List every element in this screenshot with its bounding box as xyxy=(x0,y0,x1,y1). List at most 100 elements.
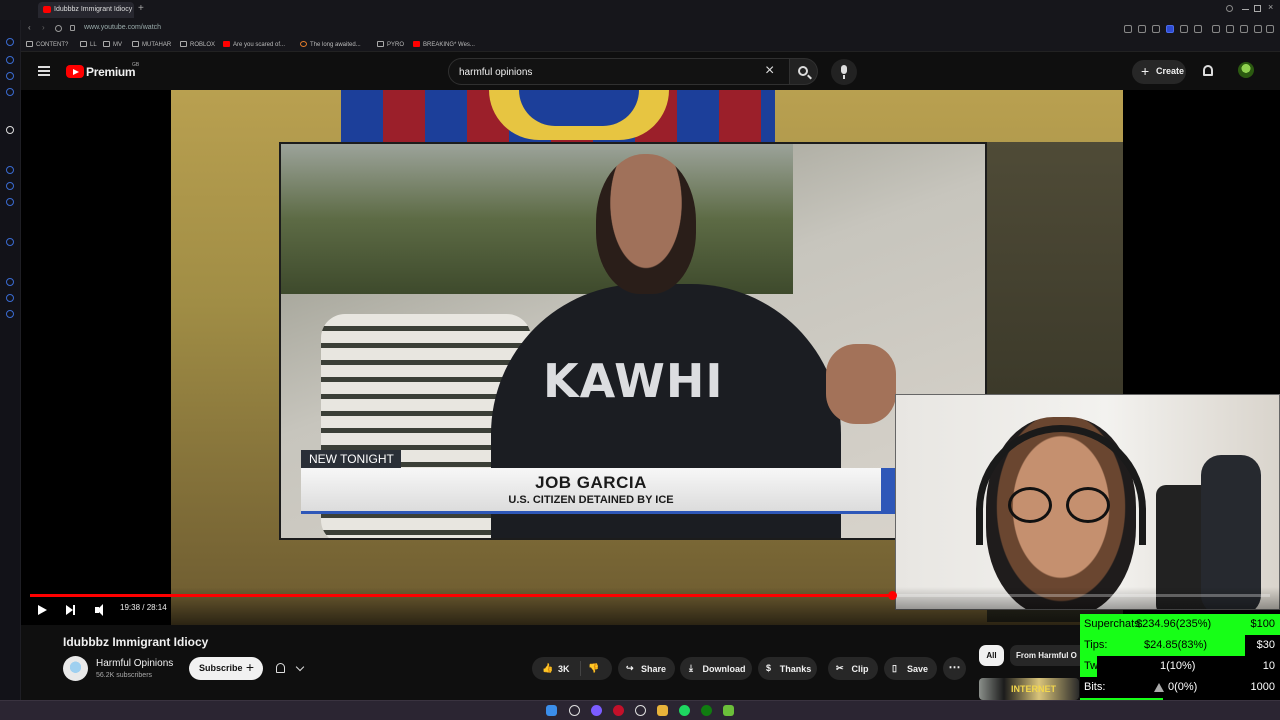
reload-icon[interactable] xyxy=(55,25,62,32)
stream-goal-target: 10 xyxy=(1262,660,1275,672)
play-icon[interactable] xyxy=(38,605,47,615)
chevron-down-icon xyxy=(295,662,305,672)
discord-icon[interactable] xyxy=(591,705,602,716)
history-sidebar-icon[interactable] xyxy=(6,278,14,286)
thumbs-up-icon[interactable]: 👍 xyxy=(542,663,553,674)
settings-sidebar-icon[interactable] xyxy=(6,294,14,302)
search-tabs-icon[interactable] xyxy=(1226,5,1233,12)
vpn-icon[interactable] xyxy=(1166,25,1174,33)
history-icon[interactable] xyxy=(1240,25,1248,33)
search-button[interactable] xyxy=(790,58,818,85)
lower-third-name: JOB GARCIA xyxy=(535,473,647,492)
file-explorer-icon[interactable] xyxy=(657,705,668,716)
minecraft-icon[interactable] xyxy=(723,705,734,716)
spotify-icon[interactable] xyxy=(679,705,690,716)
speed-dial-icon[interactable] xyxy=(6,38,14,46)
stream-goal-label: Superchats: xyxy=(1084,618,1143,630)
window-background xyxy=(281,144,793,294)
notes-icon[interactable] xyxy=(6,88,14,96)
voice-search-button[interactable] xyxy=(831,59,857,85)
player-sidebar-icon[interactable] xyxy=(6,238,14,246)
lower-third-tag: NEW TONIGHT xyxy=(301,450,401,468)
download-button[interactable]: ⤓ Download xyxy=(680,657,752,680)
gear-icon[interactable] xyxy=(6,310,14,318)
bookmark-folder[interactable]: CONTENT? xyxy=(26,41,68,48)
windows-start-icon[interactable] xyxy=(546,705,557,716)
easy-setup-icon[interactable] xyxy=(1212,25,1220,33)
close-window-icon[interactable]: × xyxy=(1268,2,1273,12)
downloads-sidebar-icon[interactable] xyxy=(6,72,14,80)
like-count[interactable]: 3K xyxy=(558,664,570,674)
recommended-thumbnail[interactable]: INTERNET xyxy=(979,678,1079,700)
browser-tabbar: Idubbbz Immigrant Idiocy + × xyxy=(0,0,1280,20)
messenger-icon[interactable] xyxy=(1226,25,1234,33)
microphone-icon xyxy=(841,65,847,79)
account-avatar[interactable] xyxy=(1238,62,1254,78)
video-player[interactable]: KAWHI NEW TONIGHT JOB GARCIA U.S. CITIZE… xyxy=(21,90,1280,625)
create-button[interactable]: Create xyxy=(1132,60,1186,84)
bits-icon xyxy=(1154,683,1164,692)
xbox-icon[interactable] xyxy=(701,705,712,716)
snapshot-icon[interactable] xyxy=(1152,25,1160,33)
bookmark-item[interactable]: BREAKING* Wes... xyxy=(413,41,475,48)
forward-icon[interactable]: › xyxy=(42,23,45,32)
bookmark-icon xyxy=(80,41,87,47)
obs-icon[interactable] xyxy=(635,705,646,716)
extension-icon[interactable] xyxy=(1138,25,1146,33)
zoom-icon[interactable] xyxy=(1124,25,1132,33)
url-field[interactable]: www.youtube.com/watch xyxy=(84,24,161,31)
clear-search-icon[interactable]: × xyxy=(765,63,774,79)
youtube-brand[interactable]: Premium xyxy=(86,65,136,79)
opera-icon[interactable] xyxy=(613,705,624,716)
thanks-icon: $ xyxy=(766,663,772,673)
youtube-logo-icon[interactable] xyxy=(66,65,84,78)
minimize-icon[interactable] xyxy=(1242,9,1249,10)
taskbar-search-icon[interactable] xyxy=(569,705,580,716)
channel-avatar[interactable] xyxy=(63,656,88,681)
filter-chip-from-channel[interactable]: From Harmful O xyxy=(1010,645,1090,666)
search-input[interactable] xyxy=(459,65,749,79)
bookmark-item[interactable]: The long awaited... xyxy=(300,41,361,48)
crest-inner xyxy=(519,90,639,126)
bookmark-folder[interactable]: MUTAHAR xyxy=(132,41,171,48)
player-icon[interactable] xyxy=(1180,25,1188,33)
more-actions-button[interactable]: ⋯ xyxy=(943,657,966,680)
filter-chip-all[interactable]: All xyxy=(979,645,1004,666)
headset xyxy=(976,425,1146,545)
share-button[interactable]: ↪ Share xyxy=(618,657,675,680)
bookmark-item[interactable]: MV xyxy=(103,41,122,48)
save-button[interactable]: ▯ Save xyxy=(884,657,937,680)
subscribe-button[interactable]: Subscribe xyxy=(189,657,263,680)
thumbs-down-icon[interactable]: 👎 xyxy=(588,663,599,674)
new-tab-icon[interactable]: + xyxy=(138,3,144,14)
bookmark-item[interactable]: Are you scared of... xyxy=(223,41,285,48)
maximize-icon[interactable] xyxy=(1254,5,1261,12)
channel-name[interactable]: Harmful Opinions xyxy=(96,658,173,669)
instagram-icon[interactable] xyxy=(6,198,14,206)
time-display: 19:38 / 28:14 xyxy=(120,603,167,612)
bookmarks-icon[interactable] xyxy=(6,56,14,64)
aria-icon[interactable] xyxy=(6,126,14,134)
progress-fill xyxy=(30,594,892,597)
browser-tab[interactable]: Idubbbz Immigrant Idiocy xyxy=(38,2,134,18)
address-bar: ‹ › www.youtube.com/watch xyxy=(0,20,1280,38)
progress-bar[interactable] xyxy=(30,591,1270,600)
hamburger-menu-icon[interactable] xyxy=(38,66,50,76)
thanks-button[interactable]: $ Thanks xyxy=(758,657,817,680)
notifications-bell-icon[interactable] xyxy=(1203,65,1213,76)
whatsapp-icon[interactable] xyxy=(6,182,14,190)
bookmark-item[interactable]: LL xyxy=(80,41,97,48)
heart-icon[interactable] xyxy=(1194,25,1202,33)
clip-button[interactable]: ✂ Clip xyxy=(828,657,878,680)
next-icon[interactable] xyxy=(66,605,75,615)
stream-goal-target: 1000 xyxy=(1250,681,1275,693)
bookmark-folder[interactable]: PYRO xyxy=(377,41,404,48)
progress-scrubber[interactable] xyxy=(887,591,897,600)
downloads-icon[interactable] xyxy=(1254,25,1262,33)
notification-settings-button[interactable] xyxy=(268,657,312,680)
messenger-sidebar-icon[interactable] xyxy=(6,166,14,174)
back-icon[interactable]: ‹ xyxy=(28,23,31,32)
volume-icon[interactable] xyxy=(95,604,103,616)
menu-icon[interactable] xyxy=(1266,25,1274,33)
bookmark-folder[interactable]: ROBLOX xyxy=(180,41,215,48)
